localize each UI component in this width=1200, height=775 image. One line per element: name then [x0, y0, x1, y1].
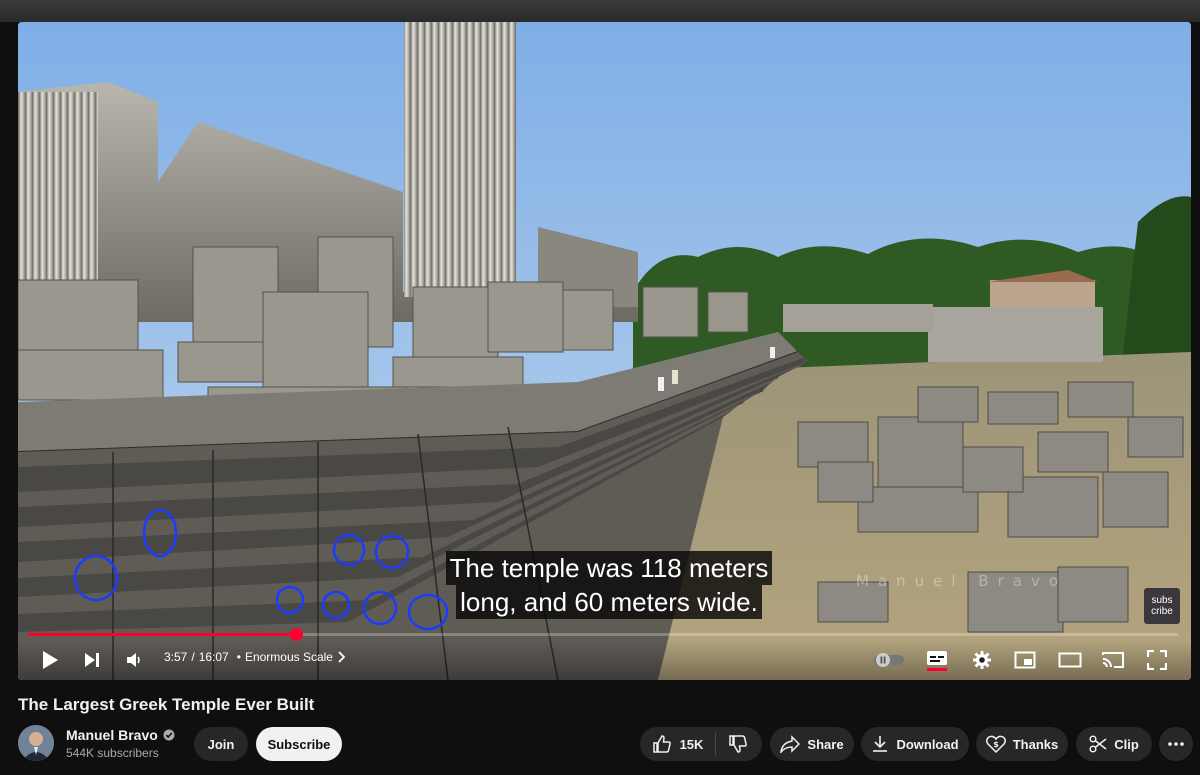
player-controls: 3:57 / 16:07 • Enormous Scale [18, 640, 1191, 680]
miniplayer-button[interactable] [1012, 648, 1038, 672]
channel-name-text: Manuel Bravo [66, 727, 158, 743]
theater-mode-button[interactable] [1056, 648, 1084, 672]
subscribe-button[interactable]: Subscribe [256, 727, 342, 761]
thanks-icon: $ [985, 735, 1006, 753]
clip-label: Clip [1114, 736, 1139, 752]
caption-line-1: The temple was 118 meters [445, 551, 773, 585]
video-caption: The temple was 118 meters long, and 60 m… [423, 541, 795, 629]
dislike-icon [729, 735, 748, 753]
captions-button[interactable] [924, 648, 950, 672]
settings-icon [973, 651, 991, 669]
channel-name[interactable]: Manuel Bravo [66, 727, 175, 743]
progress-played [28, 633, 296, 636]
caption-line-2: long, and 60 meters wide. [456, 585, 762, 619]
theater-icon [1058, 652, 1082, 668]
avatar[interactable] [18, 725, 54, 761]
channel-watermark: Manuel Bravo [856, 572, 1068, 590]
chapter-title: Enormous Scale [244, 650, 333, 664]
autoplay-toggle-icon [874, 653, 904, 667]
svg-text:$: $ [993, 740, 999, 749]
avatar-image [18, 725, 54, 761]
like-icon [652, 735, 671, 753]
next-icon [85, 653, 99, 667]
time-separator: / [191, 650, 195, 664]
chevron-right-icon [338, 651, 345, 663]
settings-button[interactable] [970, 648, 994, 672]
progress-bar[interactable] [28, 628, 1178, 641]
miniplayer-icon [1014, 651, 1036, 669]
like-count: 15K [679, 736, 704, 752]
cast-icon [1102, 652, 1124, 668]
download-icon [873, 736, 888, 752]
top-bar [0, 0, 1200, 22]
current-time: 3:57 [164, 650, 188, 664]
share-icon [780, 735, 801, 753]
thanks-button[interactable]: $ Thanks [976, 727, 1068, 761]
subscriber-count: 544K subscribers [66, 746, 159, 760]
fullscreen-icon [1147, 650, 1167, 670]
cast-button[interactable] [1100, 648, 1126, 672]
dislike-button[interactable] [716, 734, 760, 754]
join-label: Join [207, 736, 235, 752]
clip-button[interactable]: Clip [1076, 727, 1152, 761]
play-icon [43, 651, 58, 669]
mute-button[interactable] [122, 648, 146, 672]
fullscreen-button[interactable] [1144, 648, 1170, 672]
chapter-button[interactable]: Enormous Scale [245, 650, 345, 664]
more-icon [1168, 742, 1184, 746]
share-button[interactable]: Share [770, 727, 854, 761]
verified-icon [163, 729, 175, 741]
subscribe-watermark-button[interactable]: subs cribe [1144, 588, 1180, 624]
time-display: 3:57 / 16:07 • Enormous Scale [164, 650, 345, 664]
thanks-label: Thanks [1012, 736, 1059, 752]
download-button[interactable]: Download [861, 727, 969, 761]
play-button[interactable] [38, 648, 62, 672]
download-label: Download [896, 736, 959, 752]
video-player[interactable]: The temple was 118 meters long, and 60 m… [18, 22, 1191, 680]
volume-icon [127, 653, 140, 667]
next-button[interactable] [80, 648, 104, 672]
clip-icon [1089, 735, 1107, 753]
share-label: Share [807, 736, 844, 752]
autoplay-toggle[interactable] [872, 648, 906, 672]
subscribe-label: Subscribe [267, 736, 331, 752]
join-button[interactable]: Join [194, 727, 248, 761]
captions-icon [927, 651, 947, 671]
video-title: The Largest Greek Temple Ever Built [18, 695, 315, 714]
duration: 16:07 [198, 650, 229, 664]
like-dislike-group: 15K [640, 727, 762, 761]
like-button[interactable]: 15K [642, 734, 716, 754]
more-actions-button[interactable] [1159, 727, 1193, 761]
